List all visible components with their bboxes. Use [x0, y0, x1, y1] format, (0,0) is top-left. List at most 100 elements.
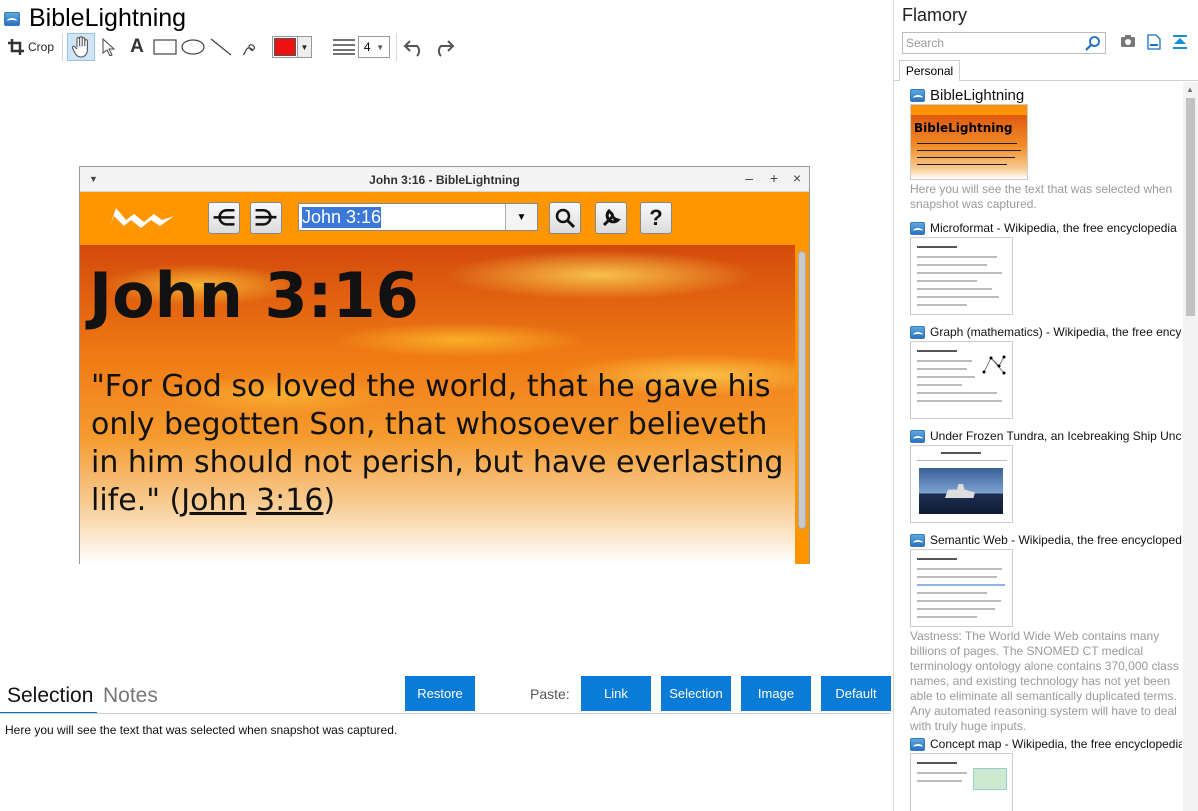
- search-placeholder: Search: [906, 36, 945, 50]
- chevron-down-icon: ▼: [297, 37, 312, 57]
- toolbar-divider: [396, 33, 398, 61]
- app-icon: [4, 12, 20, 26]
- snapshot-thumbnail: [910, 445, 1013, 523]
- scroll-up-icon[interactable]: ▲: [1186, 85, 1194, 94]
- forward-icon: ⋺: [250, 202, 282, 234]
- settings-icon: [595, 202, 627, 234]
- list-item[interactable]: Semantic Web - Wikipedia, the free encyc…: [910, 533, 1182, 734]
- text-icon: A: [130, 36, 144, 57]
- title-row: BibleLightning: [4, 4, 186, 32]
- snapshot-canvas[interactable]: ▼ John 3:16 - BibleLightning – + × ⋲ ⋺ J…: [79, 166, 810, 564]
- restore-button[interactable]: Restore: [405, 676, 475, 711]
- help-icon: ?: [640, 202, 672, 234]
- paste-default-button[interactable]: Default: [821, 676, 891, 711]
- snapshot-thumbnail: [910, 341, 1013, 419]
- snapshot-window-title: John 3:16 - BibleLightning: [369, 173, 520, 187]
- app-icon: [910, 89, 925, 102]
- freehand-tool-button[interactable]: [235, 33, 263, 61]
- tab-personal[interactable]: Personal: [899, 60, 960, 81]
- app-icon: [910, 221, 925, 235]
- snapshot-thumbnail: [910, 753, 1013, 811]
- crop-button[interactable]: Crop: [4, 33, 58, 61]
- snapshot-thumbnail: [910, 237, 1013, 315]
- list-item-desc: Vastness: The World Wide Web contains ma…: [910, 629, 1179, 733]
- list-item[interactable]: Microformat - Wikipedia, the free encycl…: [910, 221, 1182, 315]
- maximize-icon: +: [769, 170, 778, 186]
- color-swatch: [274, 38, 297, 56]
- list-item[interactable]: BibleLightning BibleLightning Here you w…: [910, 87, 1182, 212]
- paste-link-button[interactable]: Link: [581, 676, 651, 711]
- paste-selection-button[interactable]: Selection: [661, 676, 731, 711]
- redo-button[interactable]: [429, 33, 457, 61]
- verse-text: "For God so loved the world, that he gav…: [91, 368, 791, 520]
- snapshot-thumbnail: BibleLightning: [910, 104, 1028, 180]
- minimize-icon: –: [745, 170, 753, 186]
- search-icon: [549, 202, 581, 234]
- chevron-down-icon: ▼: [376, 42, 385, 52]
- toolbar-divider: [62, 33, 64, 61]
- sidebar-scrollbar[interactable]: ▲: [1183, 82, 1198, 811]
- paste-label: Paste:: [530, 686, 570, 702]
- rectangle-icon: [153, 39, 177, 55]
- snapshot-app-toolbar: ⋲ ⋺ John 3:16 ▼ ?: [80, 192, 809, 245]
- list-item[interactable]: Concept map - Wikipedia, the free encycl…: [910, 737, 1182, 811]
- line-icon: [210, 38, 232, 56]
- line-width-icon: [333, 39, 356, 55]
- tab-selection[interactable]: Selection: [7, 684, 93, 708]
- search-input[interactable]: Search: [902, 32, 1106, 54]
- verse-book-link: John: [181, 483, 247, 518]
- crop-icon: [8, 39, 24, 55]
- verse-ref-link: 3:16: [256, 483, 324, 518]
- list-item-header: Microformat - Wikipedia, the free encycl…: [910, 221, 1182, 235]
- sidebar-scroll-thumb[interactable]: [1186, 98, 1195, 316]
- camera-icon[interactable]: [1120, 34, 1136, 48]
- line-tool-button[interactable]: [207, 33, 235, 61]
- text-tool-button[interactable]: A: [123, 33, 151, 61]
- list-item-title: Concept map - Wikipedia, the free encycl…: [930, 737, 1182, 751]
- list-item-header: Under Frozen Tundra, an Icebreaking Ship…: [910, 429, 1182, 443]
- select-tool-button[interactable]: [95, 33, 123, 61]
- ship-photo: [919, 468, 1003, 514]
- hand-tool-button[interactable]: [67, 33, 96, 61]
- chevron-down-icon: ▼: [505, 204, 537, 230]
- document-title: BibleLightning: [29, 3, 187, 32]
- list-item[interactable]: Graph (mathematics) - Wikipedia, the fre…: [910, 325, 1182, 419]
- color-picker[interactable]: ▼: [272, 33, 313, 61]
- verse-close: ): [323, 483, 336, 518]
- collapse-top-icon[interactable]: [1172, 34, 1188, 50]
- document-icon[interactable]: [1147, 34, 1161, 50]
- snapshot-list: BibleLightning BibleLightning Here you w…: [894, 82, 1183, 811]
- sidebar-tools: [1120, 34, 1188, 50]
- line-width-select[interactable]: 4 ▼: [358, 36, 391, 58]
- list-item[interactable]: Under Frozen Tundra, an Icebreaking Ship…: [910, 429, 1182, 523]
- line-width-button[interactable]: [330, 33, 358, 61]
- snapshot-scrollbar: [795, 245, 809, 564]
- editor-pane: BibleLightning Crop A ▼ 4 ▼ ▼ John 3:16 …: [0, 0, 893, 811]
- ellipse-tool-button[interactable]: [179, 33, 207, 61]
- app-icon: [910, 325, 925, 339]
- close-icon: ×: [792, 170, 801, 186]
- annotation-toolbar: Crop A ▼ 4 ▼: [4, 32, 457, 62]
- search-icon[interactable]: [1085, 35, 1101, 51]
- pointer-icon: [102, 38, 116, 56]
- tab-notes[interactable]: Notes: [103, 684, 158, 708]
- paste-image-button[interactable]: Image: [741, 676, 811, 711]
- thumbnail-heading: BibleLightning: [914, 121, 1013, 135]
- line-width-value: 4: [363, 40, 371, 54]
- snapshot-scroll-thumb: [798, 251, 806, 529]
- redo-icon: [437, 40, 455, 57]
- color-picker-control[interactable]: ▼: [272, 36, 313, 58]
- flamory-sidebar: Flamory Search Personal BibleLightning B…: [893, 0, 1198, 811]
- snapshot-search-value: John 3:16: [302, 206, 382, 228]
- list-item-desc: Here you will see the text that was sele…: [910, 182, 1173, 211]
- list-item-header: Concept map - Wikipedia, the free encycl…: [910, 737, 1182, 751]
- app-icon: [910, 429, 925, 443]
- bottom-tab-bar: Selection Notes Restore Paste: Link Sele…: [0, 676, 891, 714]
- undo-button[interactable]: [401, 33, 429, 61]
- crop-label: Crop: [28, 40, 55, 54]
- freehand-icon: [242, 44, 256, 56]
- list-item-title: BibleLightning: [930, 87, 1025, 104]
- app-icon: [910, 737, 925, 751]
- rectangle-tool-button[interactable]: [151, 33, 179, 61]
